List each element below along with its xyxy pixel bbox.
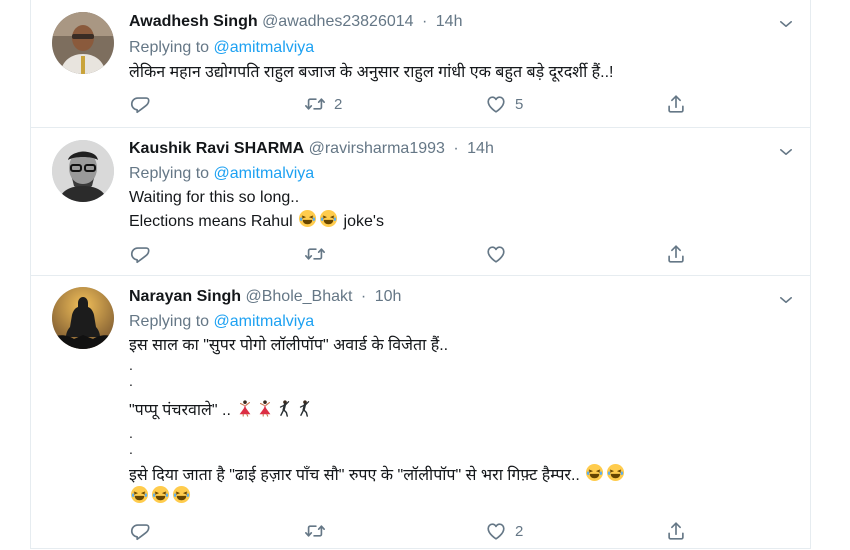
tweet[interactable]: Kaushik Ravi SHARMA @ravirsharma1993 · 1… [31,127,810,276]
display-name[interactable]: Narayan Singh [129,288,241,305]
chevron-down-icon[interactable] [777,15,795,33]
retweet-icon [304,520,326,542]
chevron-down-icon[interactable] [777,291,795,309]
retweet-button[interactable] [304,242,326,266]
separator: · [360,288,367,305]
share-button[interactable] [665,92,687,116]
like-icon [485,520,507,542]
tweet-text-line: . [129,357,133,373]
replying-to-label: Replying to [129,165,210,182]
like-button[interactable] [485,242,507,266]
tweet-header: Kaushik Ravi SHARMA @ravirsharma1993 · 1… [129,138,494,160]
tweet-text-line: इसे दिया जाता है "ढाई हज़ार पाँच सौ" रुप… [129,463,626,487]
tweet-text-line: . [129,441,133,457]
like-icon [485,243,507,265]
dancer-emoji [256,399,274,417]
tweet-header: Narayan Singh @Bhole_Bhakt · 10h [129,286,401,308]
tweet-header: Awadhesh Singh @awadhes23826014 · 14h [129,11,462,33]
mention-link[interactable]: @amitmalviya [214,165,315,182]
tweet[interactable]: Awadhesh Singh @awadhes23826014 · 14h Re… [31,0,810,128]
replying-to: Replying to @amitmalviya [129,312,314,332]
like-button[interactable]: 5 [485,92,523,116]
separator: · [453,140,459,157]
laughing-emoji [298,209,317,228]
share-icon [665,243,687,265]
retweet-icon [304,243,326,265]
timestamp[interactable]: 14h [436,13,463,30]
replying-to: Replying to @amitmalviya [129,38,314,58]
display-name[interactable]: Awadhesh Singh [129,13,258,30]
tweet-text-line: "पप्पू पंचरवाले" .. [129,399,315,422]
like-count: 5 [515,95,524,113]
laughing-emoji [585,463,604,482]
laughing-emoji [606,463,625,482]
retweet-button[interactable] [304,519,326,543]
like-icon [485,93,507,115]
laughing-emoji [172,485,191,504]
replying-to: Replying to @amitmalviya [129,164,314,184]
reply-button[interactable] [129,242,151,266]
tweet-text-part: इसे दिया जाता है "ढाई हज़ार पाँच सौ" रुप… [129,467,580,484]
tweet-actions: 2 5 [129,92,689,116]
laughing-emoji [319,209,338,228]
tweet-text: लेकिन महान उद्योगपति राहुल बजाज के अनुसा… [129,64,614,81]
share-icon [665,93,687,115]
tweet-text-line: Waiting for this so long.. [129,189,300,206]
man-dancing-emoji [296,399,314,417]
tweet-text-line: . [129,373,133,389]
display-name[interactable]: Kaushik Ravi SHARMA [129,140,304,157]
tweet-text-line [129,485,192,509]
tweet-actions: 2 [129,519,689,543]
avatar[interactable] [52,140,114,202]
avatar[interactable] [52,12,114,74]
replying-to-label: Replying to [129,313,210,330]
mention-link[interactable]: @amitmalviya [214,313,315,330]
reply-icon [129,243,151,265]
mention-link[interactable]: @amitmalviya [214,39,315,56]
laughing-emoji [130,485,149,504]
share-button[interactable] [665,242,687,266]
avatar-photo [52,12,114,74]
separator: · [422,13,428,30]
reply-button[interactable] [129,92,151,116]
reply-button[interactable] [129,519,151,543]
dancer-emoji [236,399,254,417]
reply-icon [129,93,151,115]
tweet-text-line: Elections means Rahul joke's [129,209,384,233]
tweet-actions [129,242,689,266]
timestamp[interactable]: 10h [375,288,402,305]
like-count: 2 [515,522,524,540]
laughing-emoji [151,485,170,504]
avatar-photo [52,287,114,349]
avatar-photo [52,140,114,202]
retweet-button[interactable]: 2 [304,92,342,116]
retweet-icon [304,93,326,115]
user-handle[interactable]: @ravirsharma1993 [309,140,445,157]
reply-icon [129,520,151,542]
share-button[interactable] [665,519,687,543]
user-handle[interactable]: @awadhes23826014 [262,13,413,30]
chevron-down-icon[interactable] [777,143,795,161]
tweet-text-part: Elections means Rahul [129,213,293,230]
avatar[interactable] [52,287,114,349]
retweet-count: 2 [334,95,343,113]
timestamp[interactable]: 14h [467,140,494,157]
like-button[interactable]: 2 [485,519,523,543]
reply-thread: Awadhesh Singh @awadhes23826014 · 14h Re… [30,0,811,549]
tweet-text-part: "पप्पू पंचरवाले" .. [129,402,231,419]
replying-to-label: Replying to [129,39,210,56]
share-icon [665,520,687,542]
user-handle[interactable]: @Bhole_Bhakt [245,288,352,305]
tweet[interactable]: Narayan Singh @Bhole_Bhakt · 10h Replyin… [31,275,810,549]
tweet-text-part: joke's [343,213,384,230]
man-dancing-emoji [276,399,294,417]
tweet-text-line: इस साल का "सुपर पोगो लॉलीपॉप" अवार्ड के … [129,337,449,354]
tweet-text-line: . [129,425,133,441]
